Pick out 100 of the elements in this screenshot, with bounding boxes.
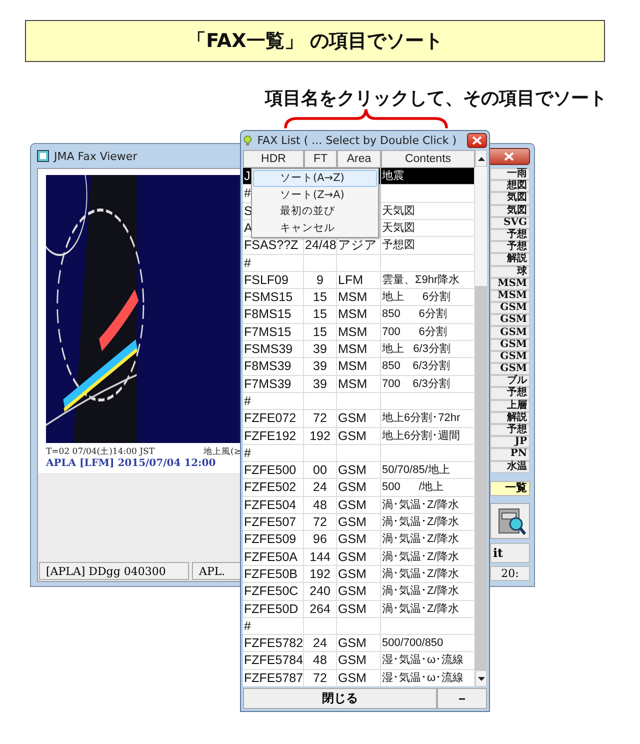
chart-button[interactable]: GSM — [490, 302, 530, 314]
chart-button[interactable]: 水温 — [490, 460, 530, 473]
chart-button[interactable]: MSM — [490, 278, 530, 290]
table-cell: 雲量、Σ9hr降水 — [381, 272, 475, 290]
table-cell: FZFE192 — [243, 428, 304, 445]
map-legend-text: 地上風(≥ — [204, 446, 241, 458]
table-cell: GSM — [337, 462, 381, 480]
exit-button[interactable]: it — [490, 542, 530, 563]
table-cell: FZFE507 — [243, 514, 304, 532]
menu-item[interactable]: ソート(A→Z) — [253, 170, 377, 187]
chart-button[interactable]: GSM — [490, 350, 530, 363]
chart-button[interactable]: 球 — [490, 266, 530, 278]
table-cell: 渦･気温･Z/降水 — [381, 600, 475, 618]
table-cell: 24/48 — [304, 237, 337, 255]
table-cell: FZFE502 — [243, 479, 304, 497]
chart-button[interactable]: 気図 — [490, 204, 530, 217]
table-cell: 地上6分割･週間 — [381, 428, 475, 445]
chart-button[interactable]: GSM — [490, 326, 530, 339]
table-cell: F8MS39 — [243, 358, 304, 376]
window-title: FAX List ( ... Select by Double Click ) — [257, 134, 457, 148]
table-cell: FZFE072 — [243, 410, 304, 428]
table-cell: 96 — [304, 531, 337, 549]
close-list-button[interactable]: 閉じる — [243, 688, 437, 709]
table-cell: 850 6/3分割 — [381, 358, 475, 376]
chart-button[interactable]: 予想 — [490, 387, 530, 400]
table-cell: # — [243, 254, 304, 272]
table-cell: 700 6分割 — [381, 324, 475, 342]
table-cell: 72 — [304, 410, 337, 428]
chart-button[interactable]: 予想 — [490, 228, 530, 242]
table-cell: MSM — [337, 324, 381, 342]
table-cell — [304, 254, 337, 272]
table-cell: 9 — [304, 272, 337, 290]
lightbulb-icon — [243, 134, 252, 148]
table-cell: LFM — [337, 272, 381, 290]
chart-button[interactable]: 気図 — [490, 192, 530, 205]
table-cell: FZFE50C — [243, 583, 304, 601]
search-button[interactable] — [490, 502, 530, 539]
chart-button[interactable]: GSM — [490, 338, 530, 351]
chart-button[interactable]: PN — [490, 448, 530, 460]
table-cell: MSM — [337, 376, 381, 393]
table-cell: 700 6/3分割 — [381, 376, 475, 393]
chart-button[interactable]: 想図 — [490, 180, 530, 192]
chart-button[interactable]: ブル — [490, 375, 530, 388]
table-cell: FZFE5782 — [243, 635, 304, 652]
column-header[interactable]: Area — [337, 150, 381, 168]
table-cell: 240 — [304, 583, 337, 601]
table-cell: 48 — [304, 496, 337, 514]
scrollbar[interactable] — [475, 168, 487, 687]
table-cell: 500/700/850 — [381, 635, 475, 652]
chart-button[interactable]: GSM — [490, 314, 530, 326]
chart-button[interactable]: SVG — [490, 216, 530, 229]
scroll-down-arrow-icon[interactable] — [478, 676, 484, 680]
table-cell: 渦･気温･Z/降水 — [381, 548, 475, 566]
chart-button[interactable]: 予想 — [490, 241, 530, 254]
table-cell: 予想図 — [381, 237, 475, 255]
table-cell: GSM — [337, 566, 381, 584]
chart-button[interactable]: GSM — [490, 363, 530, 376]
app-icon — [37, 150, 49, 162]
close-button[interactable] — [466, 133, 487, 148]
banner-title: 「FAX一覧」 の項目でソート — [25, 20, 605, 62]
table-cell: 72 — [304, 514, 337, 532]
caption-text: 項目名をクリックして、その項目でソート — [264, 88, 607, 110]
forecast-time-text: T=02 07/04(土)14:00 JST — [46, 446, 155, 458]
table-cell: 48 — [304, 652, 337, 670]
table-cell: MSM — [337, 289, 381, 306]
table-cell: FZFE509 — [243, 531, 304, 549]
clock-text: 20: — [490, 566, 530, 581]
table-cell: FZFE50A — [243, 548, 304, 566]
chart-button[interactable]: JP — [490, 436, 530, 448]
table-cell — [304, 618, 337, 636]
chart-button[interactable]: 一雨 — [490, 168, 530, 180]
column-header[interactable]: Contents — [381, 150, 475, 168]
table-cell: GSM — [337, 428, 381, 445]
chart-button[interactable]: 解説 — [490, 253, 530, 266]
table-cell: 50/70/85/地上 — [381, 462, 475, 480]
table-cell: F7MS15 — [243, 324, 304, 342]
chart-button[interactable]: 解説 — [490, 412, 530, 424]
table-cell: 39 — [304, 358, 337, 376]
table-cell: FSMS39 — [243, 341, 304, 358]
column-header[interactable]: HDR — [243, 150, 304, 168]
list-button[interactable]: 一覧 — [490, 480, 530, 496]
table-cell: FSAS??Z — [243, 237, 304, 255]
table-cell: 192 — [304, 428, 337, 445]
table-cell: MSM — [337, 306, 381, 324]
scroll-up-arrow-icon[interactable] — [478, 156, 484, 161]
minimize-button[interactable]: − — [437, 688, 487, 709]
column-header[interactable]: FT — [304, 150, 337, 168]
close-button[interactable] — [488, 148, 530, 164]
table-cell: 湿･気温･ω･流線 — [381, 670, 475, 687]
chart-button[interactable]: MSM — [490, 290, 530, 302]
table-cell: F8MS15 — [243, 306, 304, 324]
table-cell: 渦･気温･Z/降水 — [381, 583, 475, 601]
table-cell: GSM — [337, 531, 381, 549]
chart-button[interactable]: 予想 — [490, 424, 530, 436]
table-cell: 天気図 — [381, 202, 475, 220]
table-cell: 15 — [304, 306, 337, 324]
window-title: JMA Fax Viewer — [54, 150, 138, 162]
table-cell: GSM — [337, 496, 381, 514]
table-cell: FZFE5787 — [243, 670, 304, 687]
chart-button[interactable]: 上層 — [490, 400, 530, 412]
